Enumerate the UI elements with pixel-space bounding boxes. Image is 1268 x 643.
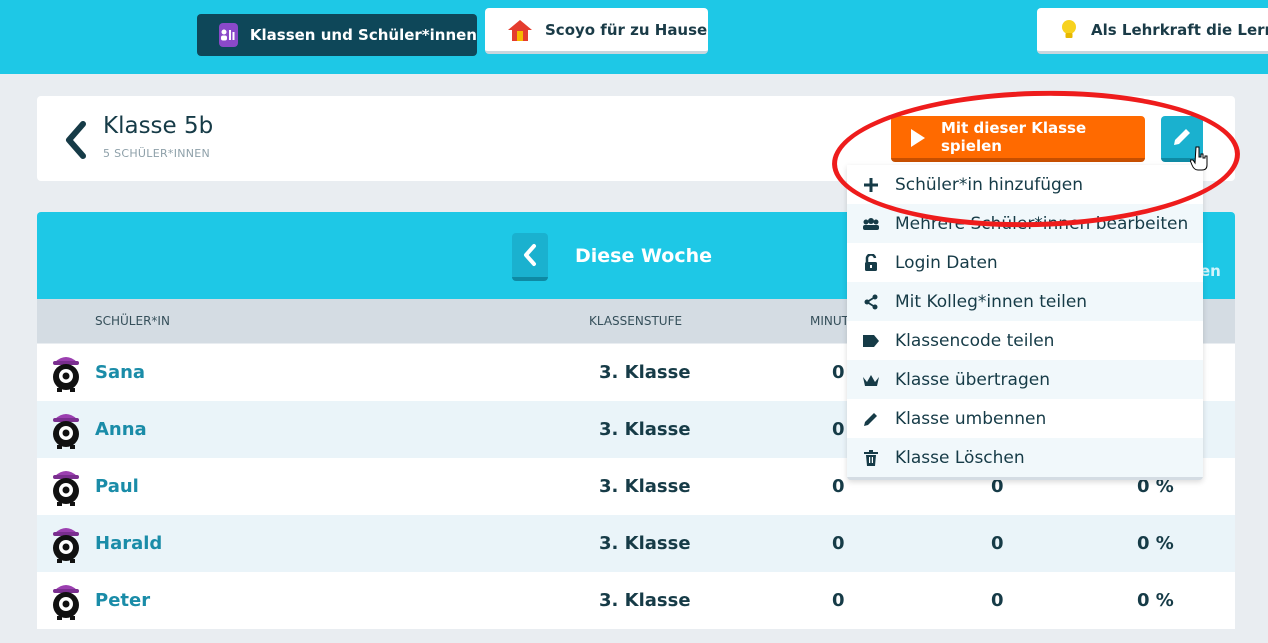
avatar [53,414,79,449]
hand-cursor-icon [1190,146,1208,171]
unlock-icon [847,253,895,272]
tag-icon [847,334,895,348]
student-col2: 0 [991,590,1004,611]
student-col2: 0 [991,533,1004,554]
student-grade: 3. Klasse [599,590,691,611]
class-icon [219,23,238,47]
tab-label: Als Lehrkraft die Lernwe [1091,20,1268,39]
student-grade: 3. Klasse [599,419,691,440]
student-minutes: 0 [832,590,845,611]
menu-item-share-colleagues[interactable]: Mit Kolleg*innen teilen [847,282,1203,321]
menu-item-label: Klasse Löschen [895,447,1025,468]
house-icon [507,18,533,42]
menu-item-label: Klasse übertragen [895,369,1050,390]
menu-item-transfer-class[interactable]: Klasse übertragen [847,360,1203,399]
menu-item-rename-class[interactable]: Klasse umbennen [847,399,1203,438]
student-minutes: 0 [832,476,845,497]
avatar [53,357,79,392]
tab-label: Scoyo für zu Hause [545,20,708,39]
avatar [53,585,79,620]
student-name[interactable]: Paul [95,476,139,497]
header-partial-text: en [1200,262,1221,280]
tab-label: Klassen und Schüler*innen [249,26,477,44]
trash-icon [847,449,895,466]
period-label: Diese Woche [575,245,712,267]
student-grade: 3. Klasse [599,362,691,383]
chevron-left-icon [524,244,536,266]
tab-teacher-learning[interactable]: Als Lehrkraft die Lernwe [1037,8,1268,54]
student-name[interactable]: Peter [95,590,150,611]
student-minutes: 0 [832,419,845,440]
column-header-minutes: MINUT [810,314,849,328]
menu-item-share-class-code[interactable]: Klassencode teilen [847,321,1203,360]
column-header-grade: KLASSENSTUFE [589,314,683,328]
table-row[interactable]: Peter 3. Klasse 0 0 0 % [37,572,1235,629]
menu-item-label: Klassencode teilen [895,330,1055,351]
crown-icon [847,373,895,387]
student-minutes: 0 [832,362,845,383]
menu-item-label: Klasse umbennen [895,408,1047,429]
column-header-student: SCHÜLER*IN [95,314,170,328]
student-grade: 3. Klasse [599,533,691,554]
student-col3: 0 % [1137,533,1174,554]
avatar [53,471,79,506]
avatar [53,528,79,563]
group-icon [847,217,895,231]
student-name[interactable]: Harald [95,533,162,554]
back-arrow-icon[interactable] [61,120,91,160]
share-icon [847,294,895,310]
student-name[interactable]: Anna [95,419,147,440]
tab-classes-students[interactable]: Klassen und Schüler*innen [197,14,477,56]
menu-item-label: Mit Kolleg*innen teilen [895,291,1088,312]
menu-item-delete-class[interactable]: Klasse Löschen [847,438,1203,477]
table-row[interactable]: Harald 3. Klasse 0 0 0 % [37,515,1235,572]
student-col3: 0 % [1137,590,1174,611]
student-count: 5 SCHÜLER*INNEN [103,147,211,160]
page-title: Klasse 5b [103,113,214,139]
student-name[interactable]: Sana [95,362,145,383]
menu-item-label: Login Daten [895,252,998,273]
previous-week-button[interactable] [512,233,548,281]
menu-item-login-data[interactable]: Login Daten [847,243,1203,282]
lightbulb-icon [1059,18,1079,42]
student-grade: 3. Klasse [599,476,691,497]
pencil-icon [847,411,895,427]
student-minutes: 0 [832,533,845,554]
tab-scoyo-home[interactable]: Scoyo für zu Hause [485,8,708,54]
